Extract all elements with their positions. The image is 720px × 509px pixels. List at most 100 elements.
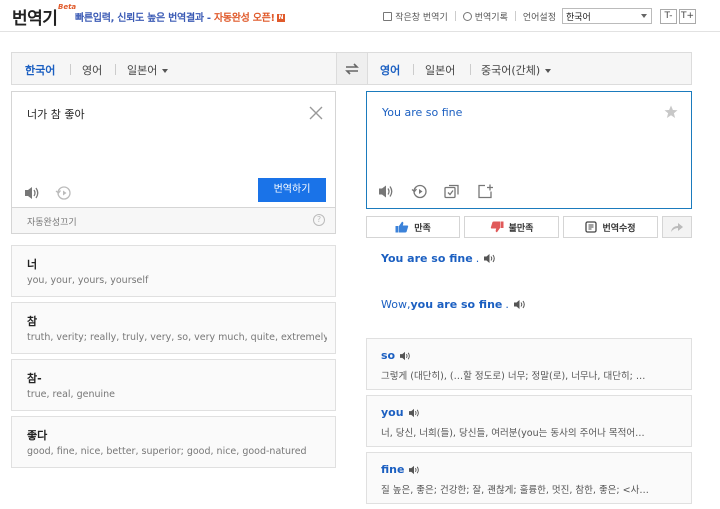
dict-definition: good, fine, nice, better, superior; good… [27,446,307,457]
language-bar: 한국어 영어 일본어 영어 일본어 중국어(간체) [11,52,692,85]
tagline[interactable]: 빠른입력, 신뢰도 높은 번역결과 - 자동완성 오픈! N [75,9,285,24]
chevron-down-icon [162,69,169,73]
speaker-icon[interactable] [23,185,41,201]
alt-post: . [475,252,480,265]
alt-bold: You are so fine [381,252,473,265]
lang-setting-label: 언어설정 [522,12,556,23]
edit-icon [585,221,598,233]
translation-output-box: You are so fine [366,91,692,209]
dict-definition: truth, verity; really, truly, very, so, … [27,332,327,343]
dict-word[interactable]: fine [381,463,420,476]
small-window-link[interactable]: 작은창 번역기 [383,10,448,23]
replay-icon[interactable] [410,183,428,200]
dict-entry[interactable]: 참- true, real, genuine [11,359,336,411]
speaker-icon[interactable] [399,351,411,361]
alt-post: . [505,298,509,311]
dict-word[interactable]: 참 [27,313,37,329]
thumbs-up-icon [395,221,409,233]
target-dict-entry[interactable]: you 너, 당신, 너희(들), 당신들, 여러분(you는 동사의 주어나 … [366,395,692,447]
tagline-highlight: 자동완성 오픈! [213,13,275,24]
autocomplete-toggle[interactable]: 자동완성끄기 [27,215,77,228]
target-dict-entry[interactable]: fine 질 높은, 좋은; 건강한; 잘, 괜찮게; 훌륭한, 멋진, 참한,… [366,452,692,504]
dict-word[interactable]: you [381,406,420,419]
swap-icon [345,62,359,75]
add-icon[interactable] [476,183,494,200]
speaker-icon[interactable] [408,408,420,418]
unsatisfied-label: 불만족 [508,223,534,234]
source-lang-english[interactable]: 영어 [82,62,102,78]
alternative-translation[interactable]: Wow, you are so fine. [381,298,526,311]
target-dict-entry[interactable]: so 그렇게 (대단히), (…할 정도로) 너무; 정말(로), 너무나, 대… [366,338,692,390]
alternative-translation[interactable]: You are so fine. [381,252,496,265]
dict-word-text: fine [381,463,405,476]
speaker-icon[interactable] [377,183,395,200]
share-icon [671,223,683,232]
history-link[interactable]: 번역기록 [462,10,508,23]
dict-definition: 질 높은, 좋은; 건강한; 잘, 괜찮게; 훌륭한, 멋진, 참한, 좋은; … [381,485,649,496]
dict-entry[interactable]: 좋다 good, fine, nice, better, superior; g… [11,416,336,468]
tagline-main: 빠른입력, 신뢰도 높은 번역결과 - [75,13,214,24]
satisfied-label: 만족 [414,223,431,234]
speaker-icon[interactable] [513,299,526,310]
target-lang-english[interactable]: 영어 [380,62,400,78]
dict-definition: 너, 당신, 너희(들), 당신들, 여러분(you는 동사의 주어나 목적어… [381,428,645,439]
dict-word[interactable]: 너 [27,256,37,272]
swap-languages-button[interactable] [336,53,368,84]
share-button[interactable] [662,216,692,238]
font-decrease-button[interactable]: T- [660,8,677,24]
edit-translation-button[interactable]: 번역수정 [563,216,658,238]
dict-entry[interactable]: 너 you, your, yours, yourself [11,245,336,297]
clock-icon [462,11,472,21]
alt-pre: Wow, [381,298,411,311]
new-badge: N [276,14,285,22]
star-icon[interactable] [664,105,678,119]
window-icon [383,11,393,21]
help-icon[interactable]: ? [313,214,325,226]
speaker-icon[interactable] [483,253,496,264]
close-icon[interactable] [309,106,323,120]
dict-word-text: you [381,406,404,419]
translation-text[interactable]: You are so fine [382,106,462,119]
source-lang-japanese[interactable]: 일본어 [127,62,169,78]
replay-icon[interactable] [54,185,72,201]
logo[interactable]: 번역기 [12,4,58,29]
dict-word-text: so [381,349,396,362]
lang-select-value: 한국어 [566,12,591,23]
speaker-icon[interactable] [408,465,420,475]
dict-word[interactable]: so [381,349,411,362]
source-footer: 자동완성끄기 ? [11,208,336,234]
header-tools: 작은창 번역기 번역기록 언어설정 한국어 T- T+ [383,7,696,25]
chevron-down-icon [641,14,647,18]
divider [413,64,414,75]
source-text[interactable]: 너가 참 좋아 [27,106,85,122]
alt-bold: you are so fine [410,298,503,311]
chevron-down-icon [545,69,552,73]
copy-icon[interactable] [443,183,461,200]
target-lang-chinese[interactable]: 중국어(간체) [481,62,552,78]
dict-word[interactable]: 좋다 [27,427,47,443]
lang-select[interactable]: 한국어 [562,8,652,24]
divider [514,11,516,21]
dict-definition: true, real, genuine [27,389,116,400]
source-lang-korean[interactable]: 한국어 [25,62,55,78]
source-input-box[interactable]: 너가 참 좋아 번역하기 [11,91,336,208]
font-increase-button[interactable]: T+ [679,8,696,24]
small-window-label: 작은창 번역기 [395,12,448,23]
target-lang-japanese[interactable]: 일본어 [425,62,455,78]
unsatisfied-button[interactable]: 불만족 [464,216,559,238]
thumbs-down-icon [490,221,504,233]
satisfied-button[interactable]: 만족 [366,216,460,238]
source-lang-japanese-label: 일본어 [127,64,158,77]
divider [115,64,116,75]
edit-translation-label: 번역수정 [602,223,636,234]
target-lang-chinese-label: 중국어(간체) [481,64,541,77]
history-label: 번역기록 [474,12,508,23]
dict-definition: 그렇게 (대단히), (…할 정도로) 너무; 정말(로), 너무나, 대단히;… [381,371,646,382]
dict-definition: you, your, yours, yourself [27,275,149,286]
dict-word[interactable]: 참- [27,370,42,386]
header: 번역기 Beta 빠른입력, 신뢰도 높은 번역결과 - 자동완성 오픈! N 작… [0,0,720,32]
beta-badge: Beta [58,3,77,11]
dict-entry[interactable]: 참 truth, verity; really, truly, very, so… [11,302,336,354]
divider [454,11,456,21]
translate-button[interactable]: 번역하기 [258,178,326,202]
